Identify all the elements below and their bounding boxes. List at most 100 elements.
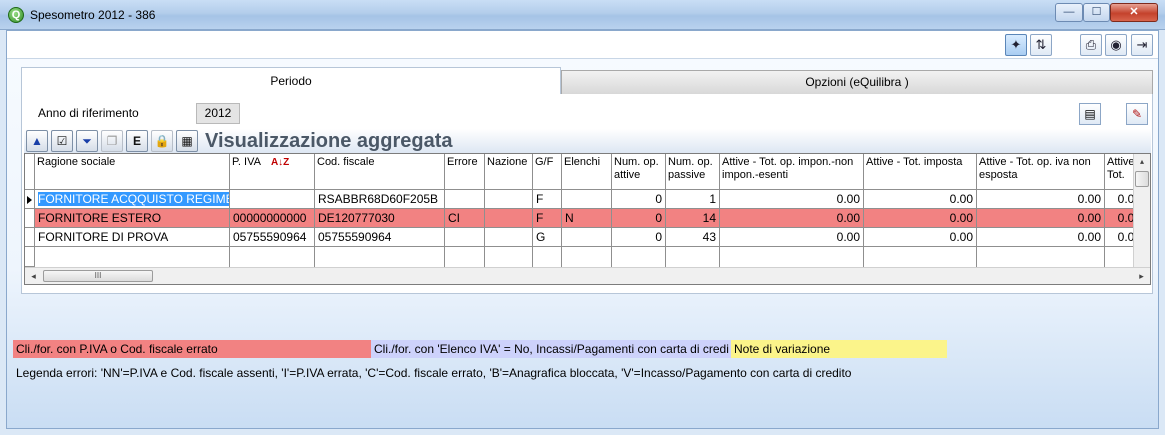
cell-text: N [565,211,574,225]
cell-passive[interactable]: 1 [666,190,720,209]
horizontal-scroll-thumb[interactable]: III [43,270,153,282]
grid-line [444,190,445,267]
document-icon[interactable]: ▤ [1079,103,1101,125]
cell-piva[interactable] [230,190,315,209]
column-header-elenchi[interactable]: Elenchi [562,154,612,190]
grid-line [719,190,720,267]
vertical-scrollbar[interactable]: ▴ [1133,154,1150,267]
maximize-button[interactable]: ☐ [1083,3,1110,22]
column-header-tot_op[interactable]: Attive - Tot. op. impon.-non impon.-esen… [720,154,864,190]
wand-icon[interactable]: ✦ [1005,34,1027,56]
cell-ragione[interactable]: FORNITORE ESTERO [35,209,230,228]
column-header-tot_imp[interactable]: Attive - Tot. imposta [864,154,977,190]
current-row-indicator [27,196,32,204]
filter-icon[interactable]: ⏷ [76,130,98,152]
grid-line [561,190,562,267]
cell-tot_nonesp[interactable]: 0.00 [977,190,1105,209]
cell-cf[interactable]: DE120777030 [315,209,445,228]
exit-icon[interactable]: ⇥ [1131,34,1153,56]
cell-gf[interactable]: G [533,228,562,247]
cell-text: 0.00 [949,230,973,244]
column-header-piva[interactable]: P. IVA A↓Z [230,154,315,190]
column-header-ragione[interactable]: Ragione sociale [35,154,230,190]
cell-text: 0.00 [949,211,973,225]
cell-tot_imp[interactable]: 0.00 [864,209,977,228]
scroll-up-icon[interactable]: ▴ [1134,154,1150,170]
column-header-label: Attive - Tot. op. impon.-non impon.-esen… [722,156,854,181]
cell-gf[interactable]: F [533,209,562,228]
tab-opzioni[interactable]: Opzioni (eQuilibra ) [561,70,1153,95]
cell-ragione[interactable]: FORNITORE DI PROVA [35,228,230,247]
cell-nazione[interactable] [485,209,533,228]
cell-piva[interactable]: 05755590964 [230,228,315,247]
cell-elenchi[interactable] [562,228,612,247]
cell-elenchi[interactable]: N [562,209,612,228]
cell-errore[interactable] [445,228,485,247]
horizontal-scrollbar[interactable]: ◂ III ▸ [25,267,1150,284]
column-header-cf[interactable]: Cod. fiscale [315,154,445,190]
column-header-tot_nonesp[interactable]: Attive - Tot. op. iva non esposta [977,154,1105,190]
refresh-icon[interactable]: ⇅ [1030,34,1052,56]
cell-piva[interactable]: 00000000000 [230,209,315,228]
cell-attive[interactable]: 0 [612,190,666,209]
lock-icon[interactable]: 🔒 [151,130,173,152]
cell-text: F [536,192,544,206]
legend-elenco-iva-color: Cli./for. con 'Elenco IVA' = No, Incassi… [371,340,731,358]
column-header-gf[interactable]: G/F [533,154,562,190]
column-header-label: Num. op. passive [668,156,713,181]
cell-tot_op[interactable]: 0.00 [720,190,864,209]
sort-icon[interactable]: A↓Z [271,157,289,168]
cell-text: 0.00 [949,192,973,206]
export-excel-icon[interactable]: E [126,130,148,152]
minimize-button[interactable]: — [1055,3,1083,22]
grid-line [1104,190,1105,267]
cell-tot_nonesp[interactable]: 0.00 [977,228,1105,247]
cell-passive[interactable]: 14 [666,209,720,228]
cell-cf[interactable]: 05755590964 [315,228,445,247]
cell-tot_imp[interactable]: 0.00 [864,228,977,247]
cell-passive[interactable]: 43 [666,228,720,247]
cell-nazione[interactable] [485,190,533,209]
copy-icon[interactable]: ❐ [101,130,123,152]
column-header-label: Errore [447,156,478,168]
check-list-icon[interactable]: ☑ [51,130,73,152]
edit-icon[interactable]: ✎ [1126,103,1148,125]
tab-periodo[interactable]: Periodo [21,67,561,95]
cell-cf[interactable]: RSABBR68D60F205B [315,190,445,209]
cell-text: RSABBR68D60F205B [318,192,439,206]
vertical-scroll-thumb[interactable] [1135,171,1149,187]
cell-ragione[interactable]: FORNITORE ACQQUISTO REGIME [35,190,230,209]
cell-gf[interactable]: F [533,190,562,209]
cell-errore[interactable] [445,190,485,209]
cell-tot_op[interactable]: 0.00 [720,228,864,247]
globe-icon[interactable]: ◉ [1105,34,1127,56]
cell-tot_imp[interactable]: 0.00 [864,190,977,209]
anno-field[interactable]: 2012 [196,103,240,124]
cell-nazione[interactable] [485,228,533,247]
column-header-label: Ragione sociale [37,156,116,168]
cell-attive[interactable]: 0 [612,209,666,228]
column-header-errore[interactable]: Errore [445,154,485,190]
cell-text: 0 [655,230,662,244]
cell-attive[interactable]: 0 [612,228,666,247]
calculator-icon[interactable]: ▦ [176,130,198,152]
cell-text: FORNITORE DI PROVA [38,230,169,244]
grid-line [665,190,666,267]
move-up-icon[interactable]: ▲ [26,130,48,152]
column-header-label: P. IVA [232,156,261,168]
column-header-attive[interactable]: Num. op. attive [612,154,666,190]
scroll-left-icon[interactable]: ◂ [25,268,42,284]
cell-errore[interactable]: CI [445,209,485,228]
cell-tot_op[interactable]: 0.00 [720,209,864,228]
cell-tot_nonesp[interactable]: 0.00 [977,209,1105,228]
cell-elenchi[interactable] [562,190,612,209]
scroll-right-icon[interactable]: ▸ [1133,268,1150,284]
window-client-area: ✦ ⇅ ⎙ ◉ ⇥ Periodo Opzioni (eQuilibra ) A… [6,30,1159,429]
window-title: Spesometro 2012 - 386 [30,8,156,22]
anno-label: Anno di riferimento [38,106,139,120]
column-header-label: G/F [535,156,554,168]
column-header-nazione[interactable]: Nazione [485,154,533,190]
print-icon[interactable]: ⎙ [1080,34,1102,56]
column-header-passive[interactable]: Num. op. passive [666,154,720,190]
close-button[interactable]: ✕ [1110,3,1158,22]
